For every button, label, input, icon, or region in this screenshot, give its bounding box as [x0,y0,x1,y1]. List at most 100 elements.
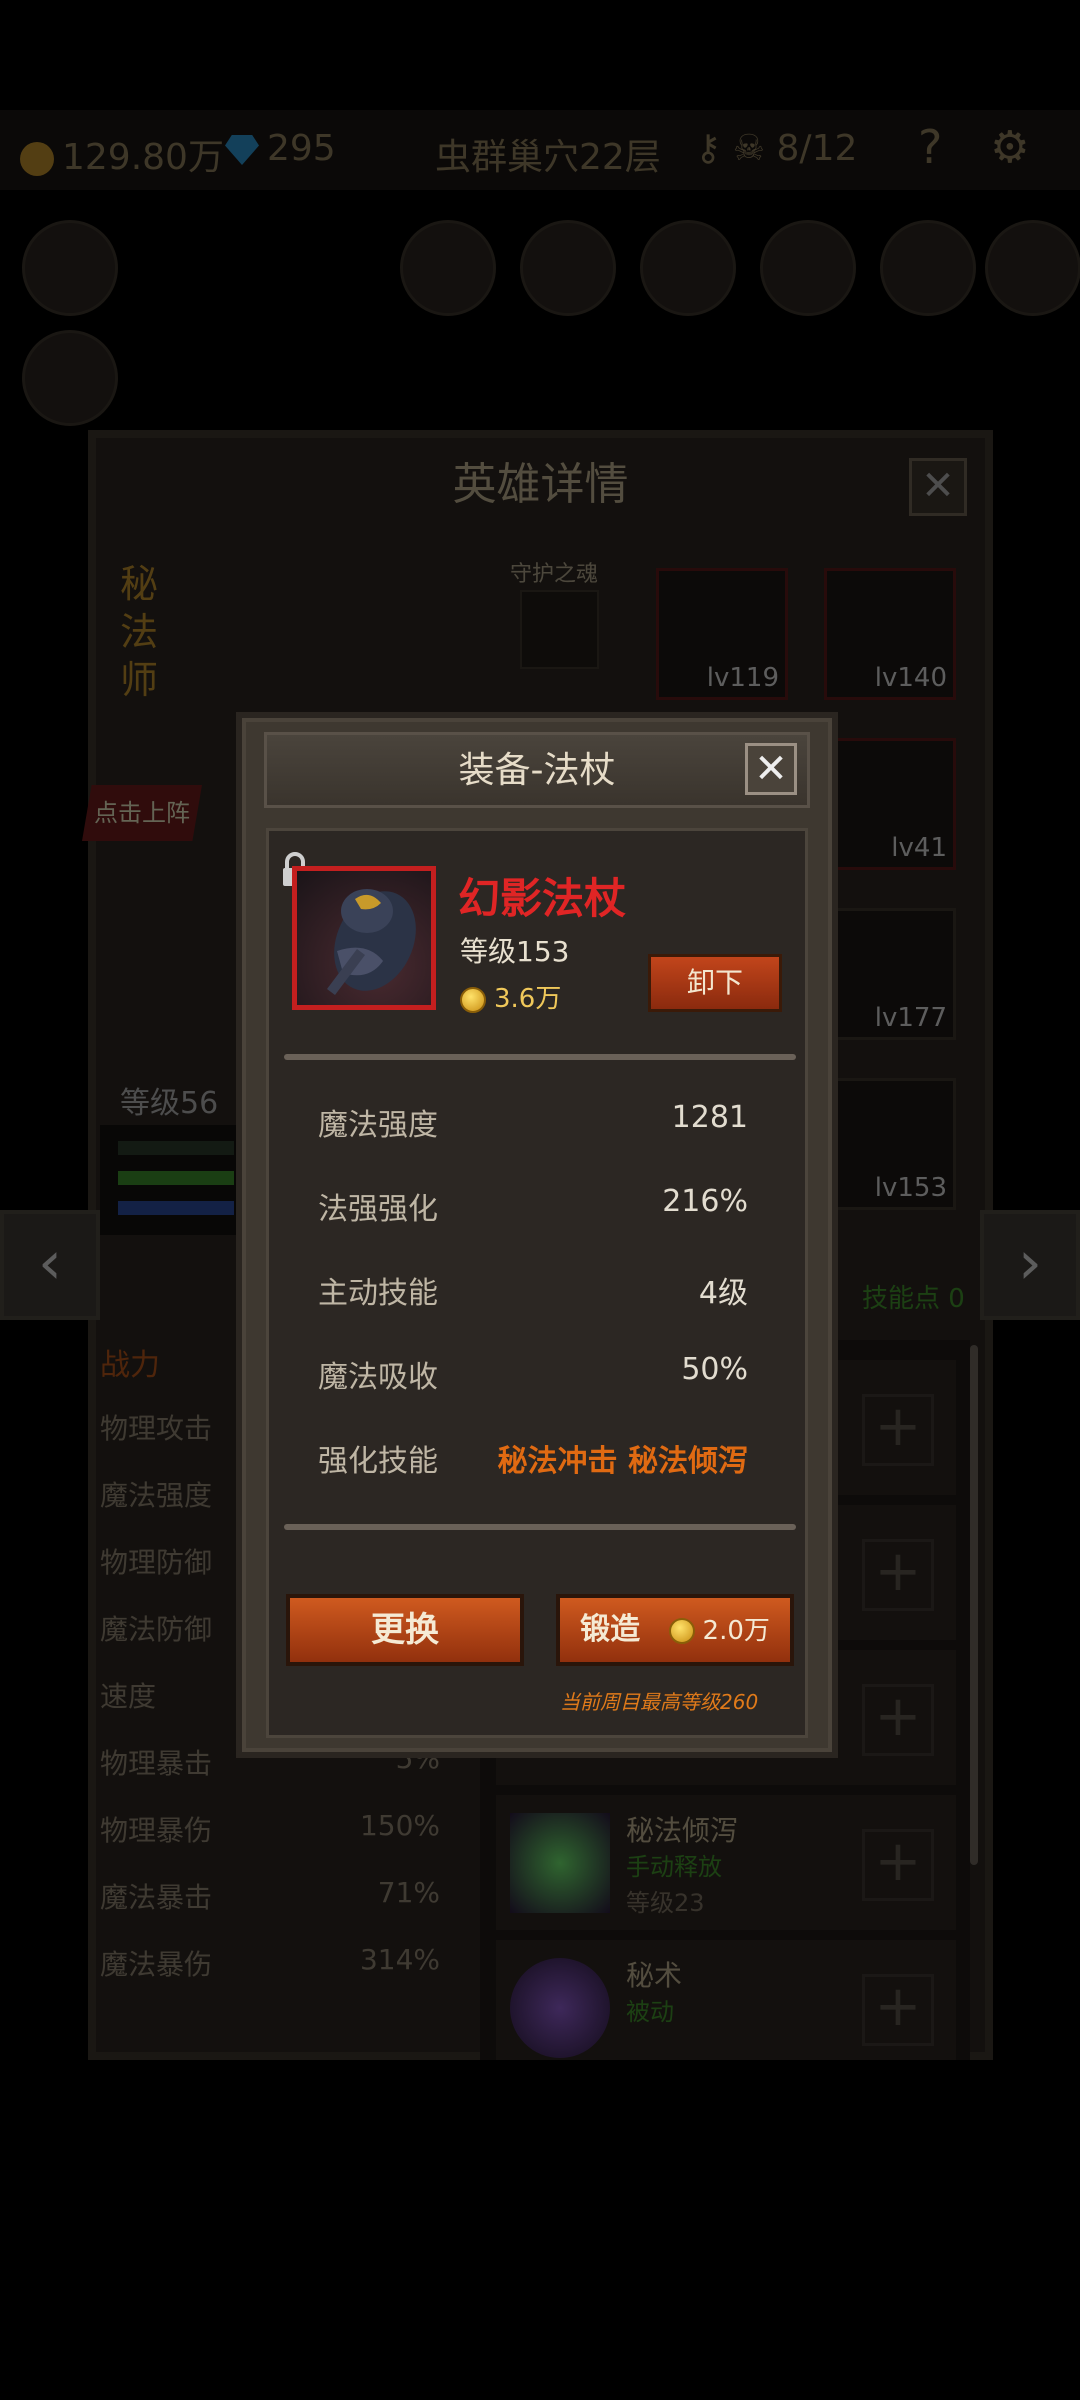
attribute-row: 法强强化 216% [318,1184,748,1227]
attribute-row: 强化技能 秘法冲击 秘法倾泻 [318,1436,748,1479]
dungeon-name[interactable]: 虫群巢穴22层 [435,128,661,180]
key-counter: ⚷ ☠ 8/12 [695,128,858,169]
forge-label: 锻造 [580,1612,641,1647]
skill-list-scrollbar[interactable] [970,1345,978,1865]
enhanced-skills-value: 秘法冲击 秘法倾泻 [497,1444,748,1479]
unit-icon[interactable] [520,220,616,316]
equip-slot-armor[interactable]: lv41 [824,738,956,870]
skill-name: 秘术 [626,1959,683,1992]
hero-panel-title: 英雄详情 [452,459,629,510]
add-skill-plus-icon[interactable]: + [862,1684,934,1756]
hero-portrait-row [0,220,1080,426]
attribute-value: 1281 [671,1100,748,1135]
attribute-row: 魔法强度 1281 [318,1100,748,1143]
attribute-key: 强化技能 [318,1444,438,1479]
divider [284,1524,796,1530]
stat-value: 71% [377,1876,440,1909]
skill-points: 技能点 0 [862,1284,965,1314]
add-skill-plus-icon[interactable]: + [862,1974,934,2046]
hero-avatar[interactable] [22,220,118,316]
deploy-button[interactable]: 点击上阵 [82,785,202,841]
bar-track [118,1141,234,1155]
unit-icon[interactable] [640,220,736,316]
blue-bar [118,1201,234,1215]
attribute-key: 魔法吸收 [318,1360,438,1395]
attribute-value: 4级 [698,1276,748,1311]
stat-label: 魔法强度 [100,1479,213,1512]
attribute-value: 50% [681,1352,748,1387]
stat-row: 物理暴伤 150% [100,1809,440,1876]
add-skill-plus-icon[interactable]: + [862,1829,934,1901]
attribute-row: 魔法吸收 50% [318,1352,748,1395]
gold-icon [20,142,54,176]
replace-button[interactable]: 更换 [286,1594,524,1666]
stat-label: 物理暴击 [100,1747,213,1780]
item-price: 3.6万 [460,978,561,1015]
gem-amount: 295 [267,128,336,169]
hero-avatar[interactable] [22,330,118,426]
hero-exp-bars [100,1125,240,1235]
divider [284,1054,796,1060]
hero-panel-close-button[interactable]: ✕ [909,458,967,516]
skill-item: 秘术 被动 + [496,1940,956,2060]
item-price-value: 3.6万 [494,984,562,1014]
guard-soul-label: 守护之魂 [510,562,599,587]
stat-label: 魔法暴击 [100,1881,213,1914]
stat-label: 物理攻击 [100,1412,213,1445]
stat-label: 物理暴伤 [100,1814,213,1847]
close-icon[interactable]: ✕ [745,743,797,795]
equip-level: lv153 [874,1173,947,1203]
forge-cost: 2.0万 [702,1616,770,1646]
add-skill-plus-icon[interactable]: + [862,1539,934,1611]
forge-button[interactable]: 锻造 2.0万 [556,1594,794,1666]
item-level: 等级153 [460,935,570,968]
max-level-hint: 当前周目最高等级260 [560,1690,759,1714]
unit-icon[interactable] [400,220,496,316]
add-skill-plus-icon[interactable]: + [862,1394,934,1466]
attribute-key: 魔法强度 [318,1108,438,1143]
unequip-button[interactable]: 卸下 [648,954,782,1012]
unit-icon[interactable] [985,220,1080,316]
skill-type: 手动释放 [626,1853,722,1881]
skill-item: 秘法倾泻 手动释放 等级23 + [496,1795,956,1930]
attribute-value: 216% [662,1184,748,1219]
unit-icon[interactable] [880,220,976,316]
phantom-staff-icon [327,889,416,995]
resource-bar: 129.80万 295 虫群巢穴22层 ⚷ ☠ 8/12 ? ⚙ [0,110,1080,190]
equip-level: lv177 [874,1003,947,1033]
equip-slot-helmet[interactable]: lv119 [656,568,788,700]
stat-label: 速度 [100,1680,157,1713]
stat-row: 魔法暴击 71% [100,1876,440,1943]
gem-icon [225,135,259,165]
skill-level: 等级23 [626,1889,705,1917]
attribute-key: 法强强化 [318,1192,438,1227]
coin-icon [460,986,486,1013]
equip-slot-ring[interactable]: lv177 [824,908,956,1040]
arcane-skill-icon [510,1958,610,2058]
stat-value: 314% [359,1943,440,1976]
hero-class-name: 秘法师 [120,562,159,702]
guard-soul-slot[interactable] [520,590,599,669]
help-button[interactable]: ? [918,120,942,174]
item-name: 幻影法杖 [458,874,627,923]
green-bar [118,1171,234,1185]
equip-slot-weapon[interactable]: lv153 [824,1078,956,1210]
attribute-row: 主动技能 4级 [318,1268,748,1311]
arcane-pour-skill-icon [510,1813,610,1913]
coin-icon [668,1617,695,1644]
hero-level: 等级56 [120,1086,219,1121]
modal-title: 装备-法杖 [458,750,616,791]
unit-icon[interactable] [760,220,856,316]
item-icon-frame[interactable] [292,866,436,1010]
gem-counter: 295 [225,128,336,169]
equip-level: lv119 [706,663,779,693]
stat-label: 魔法防御 [100,1613,213,1646]
next-hero-arrow-icon[interactable]: › [980,1210,1080,1320]
equip-slot-necklace[interactable]: lv140 [824,568,956,700]
stat-label: 魔法暴伤 [100,1948,213,1981]
prev-hero-arrow-icon[interactable]: ‹ [0,1210,100,1320]
gold-amount: 129.80万 [62,137,224,178]
equip-level: lv41 [891,833,947,863]
settings-gear-icon[interactable]: ⚙ [990,122,1029,173]
skill-name: 秘法倾泻 [626,1814,739,1847]
